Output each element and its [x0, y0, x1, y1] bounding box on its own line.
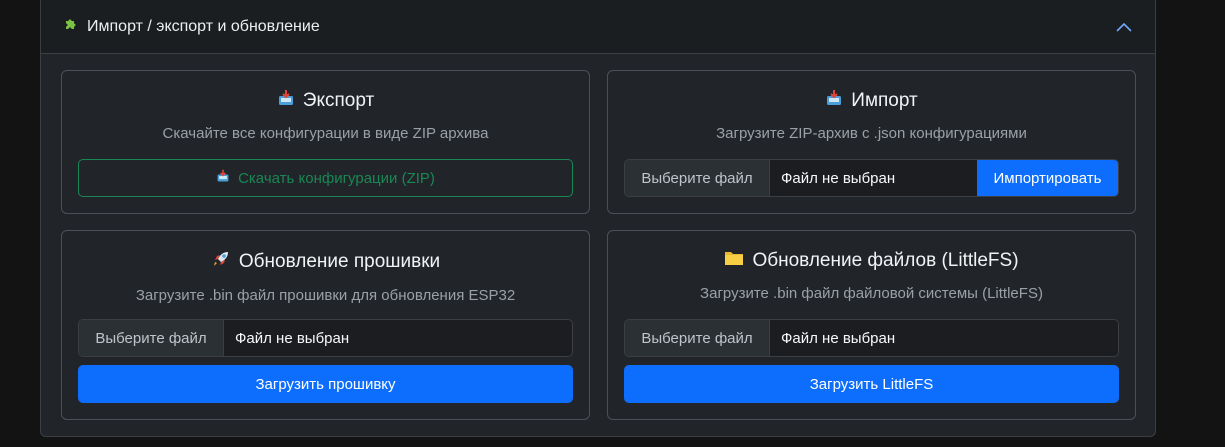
- export-subtitle: Скачайте все конфигурации в виде ZIP арх…: [162, 125, 489, 142]
- import-subtitle: Загрузите ZIP-архив с .json конфигурация…: [716, 125, 1027, 142]
- download-configs-label: Скачать конфигурации (ZIP): [238, 169, 435, 187]
- import-title-text: Импорт: [851, 90, 918, 111]
- firmware-card: Обновление прошивки Загрузите .bin файл …: [61, 230, 590, 420]
- download-configs-button[interactable]: Скачать конфигурации (ZIP): [78, 159, 573, 197]
- littlefs-subtitle: Загрузите .bin файл файловой системы (Li…: [700, 285, 1043, 302]
- upload-littlefs-button[interactable]: Загрузить LittleFS: [624, 365, 1119, 403]
- panel-title: Импорт / экспорт и обновление: [87, 17, 320, 35]
- littlefs-title-text: Обновление файлов (LittleFS): [752, 250, 1019, 271]
- littlefs-card: Обновление файлов (LittleFS) Загрузите .…: [607, 230, 1136, 420]
- chevron-up-icon[interactable]: [1115, 21, 1133, 33]
- littlefs-file-input[interactable]: Выберите файл Файл не выбран: [624, 319, 1119, 357]
- folder-icon: [724, 249, 744, 273]
- import-file-name: Файл не выбран: [781, 169, 896, 187]
- cards-grid: Экспорт Скачайте все конфигурации в виде…: [61, 70, 1136, 420]
- panel-header[interactable]: Импорт / экспорт и обновление: [41, 0, 1155, 54]
- import-title: Импорт: [608, 89, 1135, 113]
- firmware-subtitle: Загрузите .bin файл прошивки для обновле…: [135, 287, 516, 304]
- inbox-tray-icon: [216, 169, 230, 187]
- inbox-tray-icon: [825, 89, 843, 113]
- upload-firmware-button[interactable]: Загрузить прошивку: [78, 365, 573, 403]
- import-file-input[interactable]: Выберите файл Файл не выбран Импортирова…: [624, 159, 1119, 197]
- inbox-tray-icon: [277, 89, 295, 113]
- firmware-title-text: Обновление прошивки: [238, 251, 441, 272]
- firmware-choose-file-button[interactable]: Выберите файл: [79, 320, 224, 356]
- export-title: Экспорт: [62, 89, 589, 113]
- firmware-file-input[interactable]: Выберите файл Файл не выбран: [78, 319, 573, 357]
- firmware-title: Обновление прошивки: [62, 249, 589, 275]
- littlefs-choose-file-button[interactable]: Выберите файл: [625, 320, 770, 356]
- rocket-icon: [211, 249, 231, 275]
- puzzle-icon: [63, 16, 79, 37]
- export-card: Экспорт Скачайте все конфигурации в виде…: [61, 70, 590, 214]
- header-left: Импорт / экспорт и обновление: [63, 16, 320, 37]
- import-button[interactable]: Импортировать: [977, 160, 1118, 196]
- import-card: Импорт Загрузите ZIP-архив с .json конфи…: [607, 70, 1136, 214]
- littlefs-file-name: Файл не выбран: [781, 329, 896, 347]
- import-export-panel: Импорт / экспорт и обновление Экспорт Ск…: [40, 0, 1156, 437]
- export-title-text: Экспорт: [302, 90, 375, 111]
- import-choose-file-button[interactable]: Выберите файл: [625, 160, 770, 196]
- littlefs-title: Обновление файлов (LittleFS): [608, 249, 1135, 273]
- firmware-file-name: Файл не выбран: [235, 329, 350, 347]
